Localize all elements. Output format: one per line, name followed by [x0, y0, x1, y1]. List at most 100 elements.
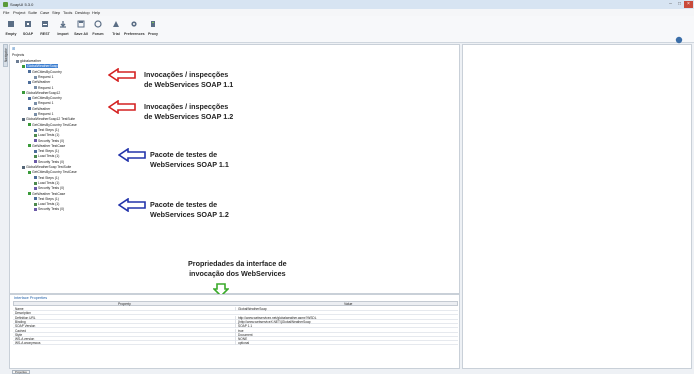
- tree-node[interactable]: Test Steps (1): [34, 128, 59, 133]
- tree-node[interactable]: GlobalWeatherSoap12 TestSuite: [22, 117, 75, 122]
- proxy-button-label: Proxy: [148, 32, 158, 36]
- import-button[interactable]: Import: [53, 20, 73, 36]
- tree-node-label: Security Tests (0): [38, 207, 65, 212]
- tree-node[interactable]: Load Tests (1): [34, 181, 59, 186]
- tree-node[interactable]: Request 1: [34, 86, 53, 91]
- tree-node[interactable]: Test Steps (1): [34, 149, 59, 154]
- menu-project[interactable]: Project: [13, 10, 25, 15]
- property-value[interactable]: optional: [235, 341, 249, 346]
- desktop-panel: [462, 44, 692, 369]
- tree-node-label: GlobalWeatherSoap: [26, 64, 59, 69]
- annotation-line: Pacote de testes de: [150, 200, 218, 209]
- tree-node[interactable]: globalweather: [16, 59, 41, 64]
- property-column-header[interactable]: Property: [118, 302, 131, 306]
- menu-case[interactable]: Case: [40, 10, 49, 15]
- properties-toggle-button[interactable]: Properties: [12, 370, 30, 374]
- tree-node[interactable]: GetCitiesByCountry: [28, 96, 62, 101]
- steps-icon: [34, 149, 37, 153]
- tree-node[interactable]: Security Tests (0): [34, 139, 64, 144]
- interface-icon: [22, 64, 25, 68]
- annotation-line: invocação dos WebServices: [189, 269, 286, 278]
- minimize-button[interactable]: –: [666, 1, 675, 8]
- tree-node[interactable]: Security Tests (0): [34, 207, 64, 212]
- tree-node-label: GetCitiesByCountry TestCase: [32, 122, 77, 127]
- tree-node[interactable]: Test Steps (1): [34, 176, 59, 181]
- load-icon: [34, 181, 37, 185]
- properties-header: Property Value: [13, 301, 458, 306]
- operation-icon: [28, 107, 31, 111]
- request-icon: [34, 75, 37, 79]
- interface-properties-panel: Interface Properties Property Value Name…: [9, 294, 460, 369]
- tree-node[interactable]: Request 1: [34, 101, 53, 106]
- property-row[interactable]: WS-A anonymous optional: [13, 341, 458, 346]
- tree-node[interactable]: GetCitiesByCountry TestCase: [28, 170, 77, 175]
- tree-node[interactable]: Load Tests (1): [34, 202, 59, 207]
- navigator-panel: ⊞ Projects globalweather GlobalWeatherSoa…: [9, 44, 460, 297]
- tree-node-label: Load Tests (1): [38, 202, 60, 207]
- tree-node-label: GetCitiesByCountry: [32, 69, 62, 74]
- proxy-button[interactable]: Proxy: [143, 20, 163, 36]
- annotation-line: Invocações / inspecções: [144, 70, 229, 79]
- preferences-button[interactable]: Preferences: [124, 20, 145, 36]
- tree-node[interactable]: Request 1: [34, 75, 53, 80]
- tree-node-label: GlobalWeatherSoap TestSuite: [26, 165, 72, 169]
- tree-node[interactable]: GetCitiesByCountry TestCase: [28, 123, 77, 128]
- soap-icon: [25, 21, 31, 27]
- tree-node[interactable]: GetWeather TestCase: [28, 192, 65, 197]
- rest-button-label: REST: [40, 32, 50, 36]
- menu-file[interactable]: File: [3, 10, 9, 15]
- load-icon: [34, 133, 37, 137]
- tree-node[interactable]: GetWeather: [28, 107, 50, 112]
- import-icon: [60, 21, 66, 28]
- tree-node-label: Request 1: [38, 85, 54, 90]
- tree-node[interactable]: Security Tests (0): [34, 160, 64, 165]
- tree-node[interactable]: GetWeather TestCase: [28, 144, 65, 149]
- status-bar: [462, 369, 694, 374]
- annotation-arrow: [108, 68, 136, 82]
- tree-node[interactable]: Security Tests (0): [34, 186, 64, 191]
- tree-node[interactable]: GetWeather: [28, 80, 50, 85]
- value-column-header[interactable]: Value: [344, 302, 352, 306]
- request-icon: [34, 112, 37, 116]
- menu-suite[interactable]: Suite: [28, 10, 37, 15]
- tree-node[interactable]: GlobalWeatherSoap: [22, 64, 59, 69]
- tree-root[interactable]: Projects: [12, 53, 24, 58]
- request-icon: [34, 102, 37, 105]
- tree-node-label: Load Tests (1): [38, 180, 60, 185]
- annotation-line: WebServices SOAP 1.1: [150, 160, 229, 169]
- forum-icon: [94, 20, 102, 28]
- tree-node-label: globalweather: [20, 59, 42, 63]
- tree-node[interactable]: GetCitiesByCountry: [28, 70, 62, 75]
- testcase-icon: [28, 144, 31, 148]
- annotation-arrow: [108, 100, 136, 114]
- annotation-text: Invocações / inspecções de WebServices SO…: [144, 70, 233, 90]
- trial-button-label: Trial: [112, 32, 120, 36]
- forum-button[interactable]: Forum: [88, 20, 108, 36]
- annotation-text: Propriedades da interface de invocação do…: [188, 259, 287, 279]
- menu-help[interactable]: Help: [92, 10, 100, 15]
- operation-icon: [28, 70, 31, 74]
- navigator-tab[interactable]: Navigator: [3, 44, 8, 67]
- tree-node[interactable]: Test Steps (1): [34, 197, 59, 202]
- navigator-tools-icon[interactable]: ⊞: [12, 46, 15, 51]
- trial-button[interactable]: Trial: [106, 20, 126, 36]
- rest-button[interactable]: REST: [35, 20, 55, 36]
- tree-node[interactable]: Request 1: [34, 112, 53, 117]
- project-icon: [16, 59, 19, 63]
- app-logo-icon: [3, 2, 8, 7]
- annotation-text: Pacote de testes de WebServices SOAP 1.1: [150, 150, 229, 170]
- tree-node-label: Request 1: [38, 101, 54, 106]
- annotation-text: Invocações / inspecções de WebServices SO…: [144, 102, 233, 122]
- menu-bar: File Project Suite Case Step Tools Deskt…: [0, 9, 694, 16]
- maximize-button[interactable]: □: [675, 1, 684, 8]
- menu-step[interactable]: Step: [52, 10, 60, 15]
- tree-node[interactable]: GlobalWeatherSoap TestSuite: [22, 165, 71, 170]
- tree-node[interactable]: Load Tests (1): [34, 154, 59, 159]
- menu-desktop[interactable]: Desktop: [75, 10, 90, 15]
- tree-node[interactable]: Load Tests (1): [34, 133, 59, 138]
- menu-tools[interactable]: Tools: [63, 10, 72, 15]
- import-button-label: Import: [57, 32, 69, 36]
- security-icon: [34, 160, 37, 164]
- close-button[interactable]: ×: [684, 1, 693, 8]
- tree-node[interactable]: GlobalWeatherSoap12: [22, 91, 60, 96]
